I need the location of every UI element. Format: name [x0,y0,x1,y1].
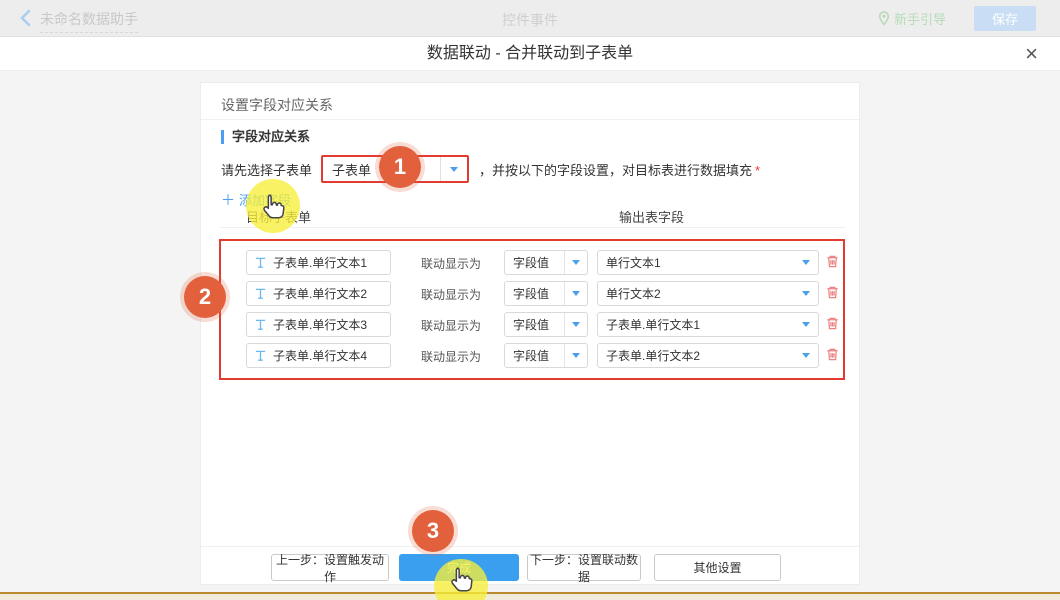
delete-row-icon[interactable] [825,316,841,332]
divider [221,227,845,228]
save-button[interactable]: 保存 [974,6,1036,31]
target-field-input[interactable]: 子表单.单行文本1 [246,250,391,275]
other-settings-button[interactable]: 其他设置 [654,554,781,581]
click-highlight-add-field [246,179,300,233]
location-pin-icon [878,11,890,26]
step-badge-1: 1 [379,146,421,188]
text-field-icon [254,256,267,270]
text-field-icon [254,349,267,363]
mode-select-value: 字段值 [505,316,564,333]
chevron-down-icon [440,157,467,181]
mode-select[interactable]: 字段值 [504,281,588,306]
delete-row-icon[interactable] [825,254,841,270]
chevron-down-icon [802,353,810,358]
close-icon[interactable]: × [1025,41,1038,67]
section-title: 字段对应关系 [221,130,310,144]
field-mapping-row: 子表单.单行文本2 联动显示为 字段值 单行文本2 [221,281,843,306]
source-field-select[interactable]: 单行文本2 [597,281,819,306]
source-field-value: 子表单.单行文本2 [598,347,802,364]
chevron-down-icon [802,322,810,327]
app-screen: 未命名数据助手 控件事件 新手引导 保存 数据联动 - 合并联动到子表单 × 设… [0,0,1060,600]
mode-select-value: 字段值 [505,285,564,302]
relation-label: 联动显示为 [421,255,481,272]
after-select-text: ，并按以下的字段设置，对目标表进行数据填充* [479,160,760,179]
text-field-icon [254,287,267,301]
field-mapping-row: 子表单.单行文本3 联动显示为 字段值 子表单.单行文本1 [221,312,843,337]
divider [201,546,859,547]
mode-select[interactable]: 字段值 [504,312,588,337]
required-mark: * [755,163,760,178]
source-field-select[interactable]: 子表单.单行文本2 [597,343,819,368]
settings-panel: 设置字段对应关系 字段对应关系 请先选择子表单 子表单 ，并按以下的字段设置，对… [200,82,860,585]
step-badge-3: 3 [412,510,454,552]
chevron-down-icon [564,313,587,336]
select-prompt-label: 请先选择子表单 [221,160,312,179]
text-field-icon [254,318,267,332]
target-field-value: 子表单.单行文本4 [273,347,367,364]
relation-label: 联动显示为 [421,286,481,303]
top-bar: 未命名数据助手 控件事件 新手引导 保存 [0,0,1060,37]
mode-select[interactable]: 字段值 [504,250,588,275]
delete-row-icon[interactable] [825,347,841,363]
plus-icon: ＋ [221,192,235,208]
chevron-down-icon [802,260,810,265]
field-mapping-row: 子表单.单行文本1 联动显示为 字段值 单行文本1 [221,250,843,275]
guide-label: 新手引导 [894,9,946,28]
modal-header: 数据联动 - 合并联动到子表单 × [0,37,1060,71]
source-field-value: 单行文本2 [598,285,802,302]
chevron-down-icon [802,291,810,296]
source-field-select[interactable]: 单行文本1 [597,250,819,275]
chevron-down-icon [564,344,587,367]
beginner-guide-link[interactable]: 新手引导 [878,9,946,28]
target-field-input[interactable]: 子表单.单行文本3 [246,312,391,337]
mode-select[interactable]: 字段值 [504,343,588,368]
target-field-input[interactable]: 子表单.单行文本4 [246,343,391,368]
field-mapping-group: 子表单.单行文本1 联动显示为 字段值 单行文本1 子表单.单行文本2 联动显示… [219,239,845,380]
relation-label: 联动显示为 [421,348,481,365]
hand-cursor-icon [446,564,476,594]
target-field-value: 子表单.单行文本1 [273,254,367,271]
delete-row-icon[interactable] [825,285,841,301]
chevron-down-icon [564,282,587,305]
relation-label: 联动显示为 [421,317,481,334]
chevron-down-icon [564,251,587,274]
prev-step-button[interactable]: 上一步：设置触发动作 [271,554,389,581]
target-field-input[interactable]: 子表单.单行文本2 [246,281,391,306]
source-field-select[interactable]: 子表单.单行文本1 [597,312,819,337]
hand-cursor-icon [258,191,288,221]
modal-title: 数据联动 - 合并联动到子表单 [0,37,1060,70]
target-field-value: 子表单.单行文本3 [273,316,367,333]
panel-title: 设置字段对应关系 [221,95,333,115]
subform-select-row: 请先选择子表单 子表单 ，并按以下的字段设置，对目标表进行数据填充* [221,155,760,183]
mode-select-value: 字段值 [505,254,564,271]
source-field-value: 单行文本1 [598,254,802,271]
target-field-value: 子表单.单行文本2 [273,285,367,302]
field-mapping-row: 子表单.单行文本4 联动显示为 字段值 子表单.单行文本2 [221,343,843,368]
column-header-output: 输出表字段 [619,207,684,226]
step-badge-2: 2 [184,276,226,318]
bottom-strip [0,594,1060,600]
mode-select-value: 字段值 [505,347,564,364]
divider [201,119,859,120]
source-field-value: 子表单.单行文本1 [598,316,802,333]
next-step-button[interactable]: 下一步：设置联动数据 [527,554,641,581]
